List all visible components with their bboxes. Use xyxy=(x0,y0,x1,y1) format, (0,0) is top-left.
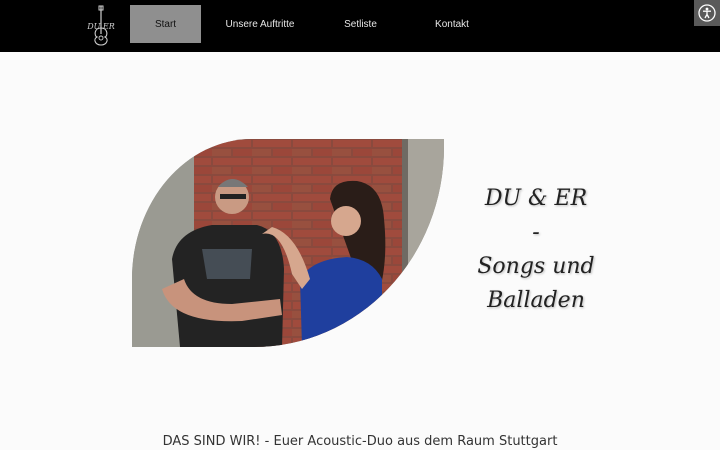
intro-heading: DAS SIND WIR! - Euer Acoustic-Duo aus de… xyxy=(162,434,558,449)
header-bar: DU ER Start Unsere Auftritte Setliste Ko… xyxy=(0,0,720,52)
site-logo[interactable]: DU ER xyxy=(82,4,120,46)
tagline-line-2: - xyxy=(532,220,540,245)
accessibility-icon xyxy=(698,4,716,22)
nav-item-kontakt[interactable]: Kontakt xyxy=(402,5,502,43)
hero-tagline: DU & ER - Songs und Balladen xyxy=(466,182,606,318)
nav-item-setliste[interactable]: Setliste xyxy=(319,5,402,43)
nav-item-start[interactable]: Start xyxy=(130,5,201,43)
tagline-line-1: DU & ER xyxy=(484,186,588,211)
nav-item-unsere-auftritte[interactable]: Unsere Auftritte xyxy=(201,5,319,43)
accessibility-button[interactable] xyxy=(694,0,720,26)
hero-photo xyxy=(132,139,444,347)
duo-photo-image xyxy=(132,139,444,347)
main-nav: Start Unsere Auftritte Setliste Kontakt xyxy=(130,5,502,43)
tagline-line-4: Balladen xyxy=(487,288,585,313)
tagline-line-3: Songs und xyxy=(477,254,595,279)
logo-text: DU ER xyxy=(87,22,115,31)
